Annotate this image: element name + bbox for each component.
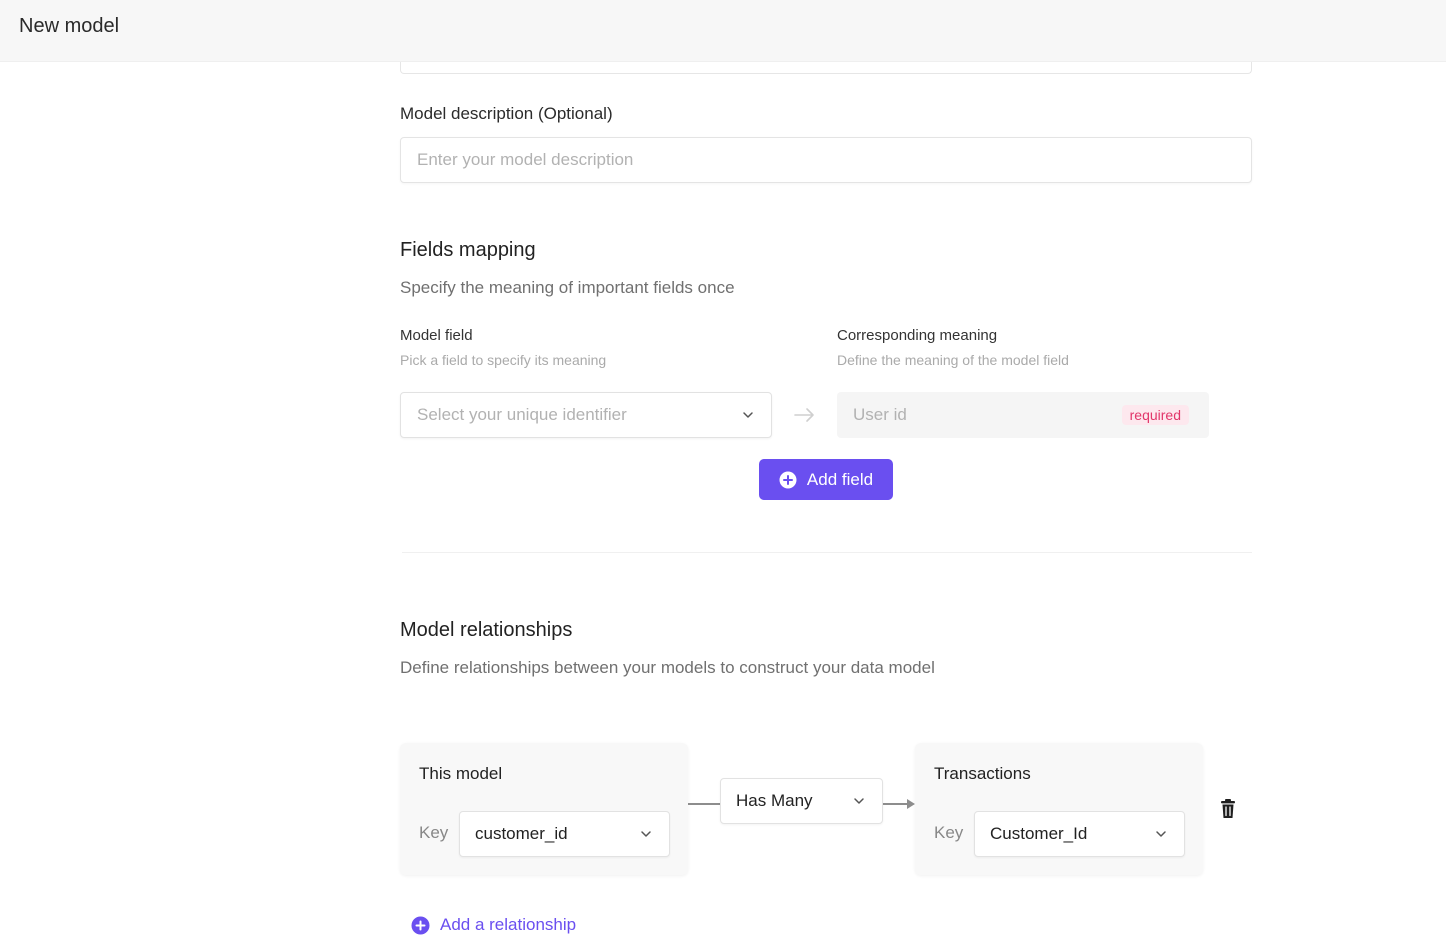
chevron-down-icon	[854, 798, 864, 804]
add-relationship-link[interactable]: Add a relationship	[411, 915, 576, 935]
plus-circle-icon	[779, 471, 797, 488]
relationships-title: Model relationships	[400, 619, 573, 641]
chevron-down-icon	[743, 412, 753, 418]
plus-circle-icon	[411, 916, 430, 934]
this-model-title: This model	[419, 764, 503, 783]
meaning-value: User id	[853, 405, 907, 424]
section-divider	[402, 552, 1252, 553]
description-input[interactable]: Enter your model description	[400, 137, 1252, 183]
fields-mapping-subtitle: Specify the meaning of important fields …	[400, 278, 735, 297]
chevron-down-icon	[641, 831, 651, 837]
connector-arrow-icon	[883, 799, 915, 809]
model-field-hint: Pick a field to specify its meaning	[400, 352, 607, 368]
meaning-field: User id required	[837, 392, 1209, 438]
chevron-down-icon	[1156, 831, 1166, 837]
unique-identifier-select[interactable]: Select your unique identifier	[400, 392, 772, 438]
add-field-button[interactable]: Add field	[759, 459, 893, 500]
top-bar: New model	[0, 0, 1446, 62]
relation-type-value: Has Many	[736, 791, 813, 810]
add-relationship-label: Add a relationship	[440, 915, 577, 934]
relationships-subtitle: Define relationships between your models…	[400, 658, 935, 677]
fields-mapping-title: Fields mapping	[400, 239, 536, 261]
meaning-hint: Define the meaning of the model field	[837, 352, 1069, 368]
relation-type-select[interactable]: Has Many	[720, 778, 883, 824]
meaning-label: Corresponding meaning	[837, 327, 998, 344]
this-model-key-select[interactable]: customer_id	[459, 811, 670, 857]
connector-line-left	[688, 803, 720, 805]
arrow-right-icon	[794, 408, 814, 422]
this-model-key-value: customer_id	[475, 824, 568, 843]
transactions-key-select[interactable]: Customer_Id	[974, 811, 1185, 857]
add-field-label: Add field	[806, 469, 874, 489]
this-model-key-label: Key	[419, 823, 449, 842]
description-label: Model description (Optional)	[400, 104, 613, 123]
transactions-title: Transactions	[934, 764, 1031, 783]
unique-identifier-placeholder: Select your unique identifier	[417, 405, 627, 424]
required-badge: required	[1121, 405, 1189, 425]
transactions-key-label: Key	[934, 823, 964, 842]
this-model-card: This model Key customer_id	[400, 743, 688, 875]
model-field-label: Model field	[400, 327, 473, 344]
transactions-key-value: Customer_Id	[990, 824, 1088, 843]
page-title: New model	[19, 15, 120, 37]
trash-icon[interactable]	[1218, 798, 1238, 820]
transactions-card: Transactions Key Customer_Id	[915, 743, 1203, 875]
description-placeholder: Enter your model description	[417, 150, 634, 169]
